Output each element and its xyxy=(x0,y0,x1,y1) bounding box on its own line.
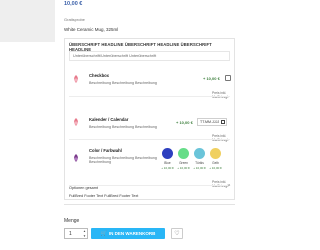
checkbox-option-note: Preis inkl. MwSt./zzgl. xyxy=(212,91,229,99)
card-subheadline: Unterüberschrift/Unterüberschrift Unterü… xyxy=(69,51,230,61)
add-to-cart-button[interactable]: 🛒 IN DEN WARENKORB xyxy=(91,228,165,239)
calendar-option-note: Preis inkl. MwSt./zzgl. xyxy=(212,134,229,142)
product-name: White Ceramic Mug, 325ml xyxy=(64,27,119,32)
wishlist-button[interactable]: ♡ xyxy=(171,228,183,239)
quantity-label: Menge xyxy=(64,218,80,224)
date-input-value: TT.MM.JJJJ xyxy=(200,120,220,124)
color-swatch-label: Türkis xyxy=(195,161,204,165)
divider xyxy=(69,139,230,140)
product-price: 10,00 € xyxy=(64,1,83,7)
calendar-option-image xyxy=(74,118,78,126)
cart-icon: 🛒 xyxy=(100,230,107,237)
color-swatch-price: + 10,00 € xyxy=(209,166,222,170)
calendar-icon[interactable] xyxy=(221,120,225,124)
divider xyxy=(64,204,235,205)
quantity-stepper[interactable]: 1 ▲ ▼ xyxy=(64,228,88,239)
color-option-title: Color / Farbwahl xyxy=(89,148,122,153)
color-swatch-price: + 10,00 € xyxy=(161,166,174,170)
checkbox-option-price: + 10,00 € xyxy=(203,76,220,81)
quantity-value: 1 xyxy=(69,231,72,237)
color-swatch-label: Green xyxy=(179,161,188,165)
color-swatch[interactable] xyxy=(162,148,173,159)
footer-text: FullBred Footer Text FullBred Footer Tex… xyxy=(69,194,139,198)
gratis-label: Gratisprobe xyxy=(64,17,85,22)
color-option-image xyxy=(74,154,78,162)
date-input[interactable]: TT.MM.JJJJ xyxy=(197,118,227,126)
calendar-option-price: + 10,00 € xyxy=(176,120,193,125)
checkbox-option-description: Beschreibung Beschreibung Beschreibung xyxy=(89,81,157,85)
color-swatch-label: Blue xyxy=(164,161,171,165)
options-group-title: Optionen gesamt xyxy=(69,186,98,190)
color-swatch[interactable] xyxy=(194,148,205,159)
checkbox-option-checkbox[interactable] xyxy=(225,75,231,81)
heart-icon: ♡ xyxy=(174,231,180,237)
product-image xyxy=(0,0,55,42)
stepper-arrows-icon[interactable]: ▲ ▼ xyxy=(83,229,86,238)
color-option-description: Beschreibung Beschreibung Beschreibung B… xyxy=(89,156,157,164)
color-swatch-label: Gelb xyxy=(212,161,219,165)
color-swatch-price: + 10,00 € xyxy=(177,166,190,170)
color-swatch[interactable] xyxy=(178,148,189,159)
chevron-up-icon[interactable]: ⌃ xyxy=(227,185,231,190)
options-card: ÜBERSCHRIFT HEADLINE ÜBERSCHRIFT HEADLIN… xyxy=(64,38,235,200)
divider xyxy=(69,96,230,97)
color-swatch[interactable] xyxy=(210,148,221,159)
calendar-option-title: Kalender / Calendar xyxy=(89,117,129,122)
calendar-option-description: Beschreibung Beschreibung Beschreibung xyxy=(89,125,157,129)
checkbox-option-title: Checkbox xyxy=(89,73,110,78)
checkbox-option-image xyxy=(74,75,78,83)
color-swatch-price: + 10,00 € xyxy=(193,166,206,170)
add-to-cart-label: IN DEN WARENKORB xyxy=(108,231,156,236)
